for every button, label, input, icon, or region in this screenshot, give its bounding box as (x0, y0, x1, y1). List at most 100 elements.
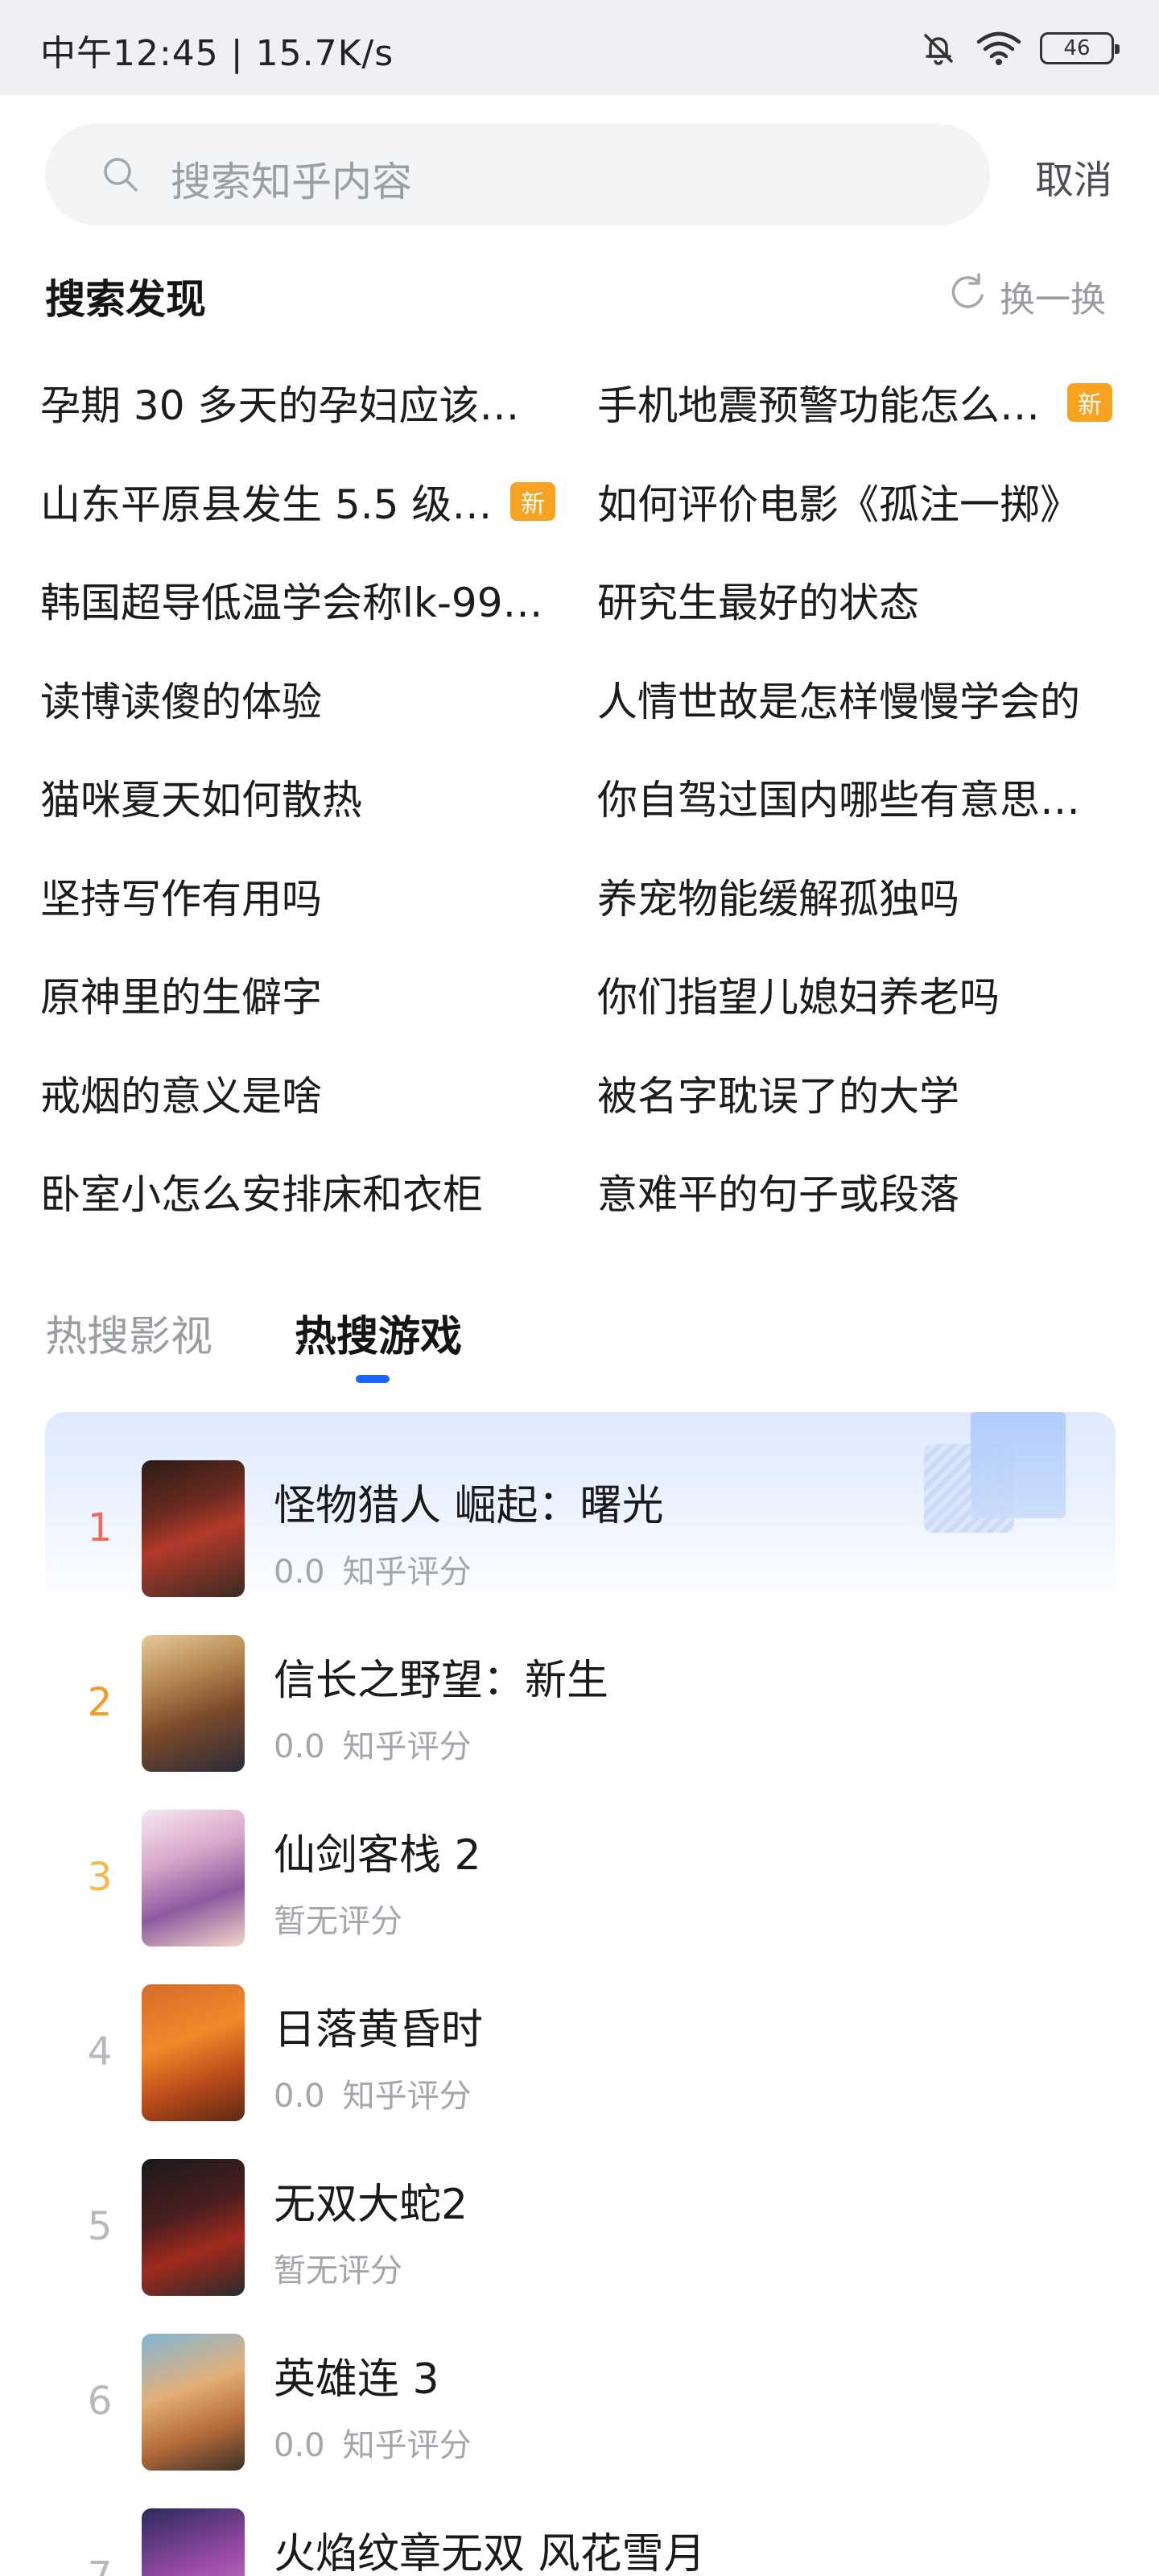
discover-item[interactable]: 坚持写作有用吗 (40, 864, 555, 928)
discover-item[interactable]: 山东平原县发生 5.5 级地震新 (40, 469, 555, 534)
battery-icon: 46 (1040, 32, 1120, 64)
refresh-label: 换一换 (1000, 279, 1106, 320)
discover-item[interactable]: 如何评价电影《孤注一掷》 (597, 469, 1112, 534)
game-cover-image (142, 1460, 245, 1597)
cancel-button[interactable]: 取消 (1035, 148, 1112, 204)
tab-hot-film[interactable]: 热搜影视 (45, 1302, 212, 1363)
game-cover-image (142, 2508, 245, 2576)
discover-item[interactable]: 养宠物能缓解孤独吗 (597, 864, 1112, 928)
status-bar: 中午12:45 | 15.7K/s 46 (0, 0, 1159, 95)
discover-item[interactable]: 人情世故是怎样慢慢学会的 (597, 667, 1112, 731)
discover-item[interactable]: 戒烟的意义是啥 (40, 1061, 555, 1125)
tab-indicator (356, 1375, 390, 1383)
game-rating: 暂无评分 (274, 1895, 402, 1942)
game-cover-image (142, 2159, 245, 2296)
tab-hot-games[interactable]: 热搜游戏 (295, 1302, 462, 1363)
discover-item[interactable]: 读博读傻的体验 (40, 667, 555, 731)
rank-number: 6 (87, 2379, 113, 2424)
game-row[interactable]: 3 仙剑客栈 2 暂无评分 (45, 1810, 1116, 1946)
discover-item-text: 你自驾过国内哪些有意思的路线 (597, 777, 1112, 824)
rating-label: 知乎评分 (342, 2427, 472, 2464)
rank-number: 5 (87, 2204, 113, 2249)
game-rating: 0.0 知乎评分 (274, 2070, 472, 2116)
rating-score: 0.0 (274, 1554, 325, 1591)
discover-item-text: 意难平的句子或段落 (597, 1171, 959, 1218)
discover-item-text: 韩国超导低温学会称lk-99不是超导体 (40, 580, 555, 626)
discover-item[interactable]: 孕期 30 多天的孕妇应该注意什么 (40, 370, 555, 435)
discover-item-text: 手机地震预警功能怎么开启 (597, 382, 1056, 429)
status-icons: 46 (919, 24, 1120, 72)
discover-item-text: 孕期 30 多天的孕妇应该注意什么 (40, 382, 555, 429)
game-rating: 0.0 知乎评分 (274, 1720, 472, 1767)
discover-item-text: 人情世故是怎样慢慢学会的 (597, 678, 1080, 725)
discover-title: 搜索发现 (45, 276, 206, 323)
rank-number: 7 (87, 2553, 113, 2576)
rank-number: 2 (87, 1680, 113, 1725)
discover-item-text: 猫咪夏天如何散热 (40, 777, 362, 824)
rating-score: 0.0 (274, 2427, 325, 2464)
search-input[interactable]: 搜索知乎内容 (45, 124, 990, 225)
discover-item[interactable]: 被名字耽误了的大学 (597, 1061, 1112, 1125)
discover-item-text: 原神里的生僻字 (40, 974, 322, 1021)
game-title: 信长之野望：新生 (274, 1657, 609, 1705)
game-title: 英雄连 3 (274, 2355, 439, 2404)
rating-label: 知乎评分 (342, 2078, 472, 2115)
discover-item[interactable]: 韩国超导低温学会称lk-99不是超导体 (40, 568, 555, 632)
discover-item[interactable]: 卧室小怎么安排床和衣柜 (40, 1159, 555, 1224)
game-title: 仙剑客栈 2 (274, 1831, 481, 1880)
discover-item[interactable]: 你们指望儿媳妇养老吗 (597, 962, 1112, 1026)
discover-item-text: 坚持写作有用吗 (40, 875, 322, 923)
new-badge: 新 (1067, 383, 1112, 422)
game-row[interactable]: 6 英雄连 3 0.0 知乎评分 (45, 2334, 1116, 2471)
bell-off-icon (919, 29, 958, 68)
battery-level: 46 (1063, 36, 1091, 60)
rank-number: 4 (87, 2029, 113, 2074)
game-title: 无双大蛇2 (274, 2181, 468, 2229)
game-title: 火焰纹章无双 风花雪月 (274, 2530, 706, 2576)
game-title: 怪物猎人 崛起：曙光 (274, 1482, 664, 1530)
game-rating: 暂无评分 (274, 2244, 402, 2291)
rank-number: 1 (87, 1505, 113, 1550)
game-cover-image (142, 2334, 245, 2471)
discover-item-text: 如何评价电影《孤注一掷》 (597, 481, 1080, 528)
discover-item[interactable]: 原神里的生僻字 (40, 962, 555, 1026)
search-placeholder: 搜索知乎内容 (171, 159, 412, 205)
wifi-icon (975, 29, 1022, 68)
game-row[interactable]: 4 日落黄昏时 0.0 知乎评分 (45, 1984, 1116, 2121)
rating-score: 0.0 (274, 2078, 325, 2115)
discover-item[interactable]: 手机地震预警功能怎么开启新 (597, 370, 1112, 435)
discover-item-text: 戒烟的意义是啥 (40, 1072, 322, 1120)
discover-item-text: 你们指望儿媳妇养老吗 (597, 974, 1000, 1021)
discover-item-text: 山东平原县发生 5.5 级地震 (40, 481, 499, 528)
game-row[interactable]: 2 信长之野望：新生 0.0 知乎评分 (45, 1635, 1116, 1772)
refresh-icon (947, 271, 988, 322)
rating-score: 0.0 (274, 1728, 325, 1765)
game-rating: 0.0 知乎评分 (274, 2419, 472, 2466)
game-cover-image (142, 1984, 245, 2121)
rating-label: 暂无评分 (274, 2252, 402, 2289)
discover-item[interactable]: 意难平的句子或段落 (597, 1159, 1112, 1224)
game-title: 日落黄昏时 (274, 2006, 484, 2054)
rating-label: 知乎评分 (342, 1728, 472, 1765)
discover-item[interactable]: 研究生最好的状态 (597, 568, 1112, 632)
status-time: 中午12:45 | 15.7K/s (40, 33, 394, 74)
game-row[interactable]: 5 无双大蛇2 暂无评分 (45, 2159, 1116, 2296)
discover-item-text: 被名字耽误了的大学 (597, 1072, 959, 1120)
discover-item-text: 研究生最好的状态 (597, 580, 919, 626)
rating-label: 知乎评分 (342, 1554, 472, 1591)
new-badge: 新 (510, 481, 555, 521)
discover-item-text: 读博读傻的体验 (40, 678, 322, 725)
discover-item-text: 养宠物能缓解孤独吗 (597, 875, 959, 923)
discover-item-text: 卧室小怎么安排床和衣柜 (40, 1171, 483, 1218)
game-row[interactable]: 1 怪物猎人 崛起：曙光 0.0 知乎评分 (45, 1460, 1116, 1597)
game-cover-image (142, 1810, 245, 1946)
game-cover-image (142, 1635, 245, 1772)
discover-item[interactable]: 猫咪夏天如何散热 (40, 765, 555, 829)
discover-item[interactable]: 你自驾过国内哪些有意思的路线 (597, 765, 1112, 829)
refresh-button[interactable]: 换一换 (947, 270, 1106, 322)
search-icon (100, 154, 142, 199)
rank-number: 3 (87, 1855, 113, 1900)
rating-label: 暂无评分 (274, 1903, 402, 1940)
game-row[interactable]: 7 火焰纹章无双 风花雪月 (45, 2508, 1116, 2576)
game-rating: 0.0 知乎评分 (274, 1546, 472, 1592)
